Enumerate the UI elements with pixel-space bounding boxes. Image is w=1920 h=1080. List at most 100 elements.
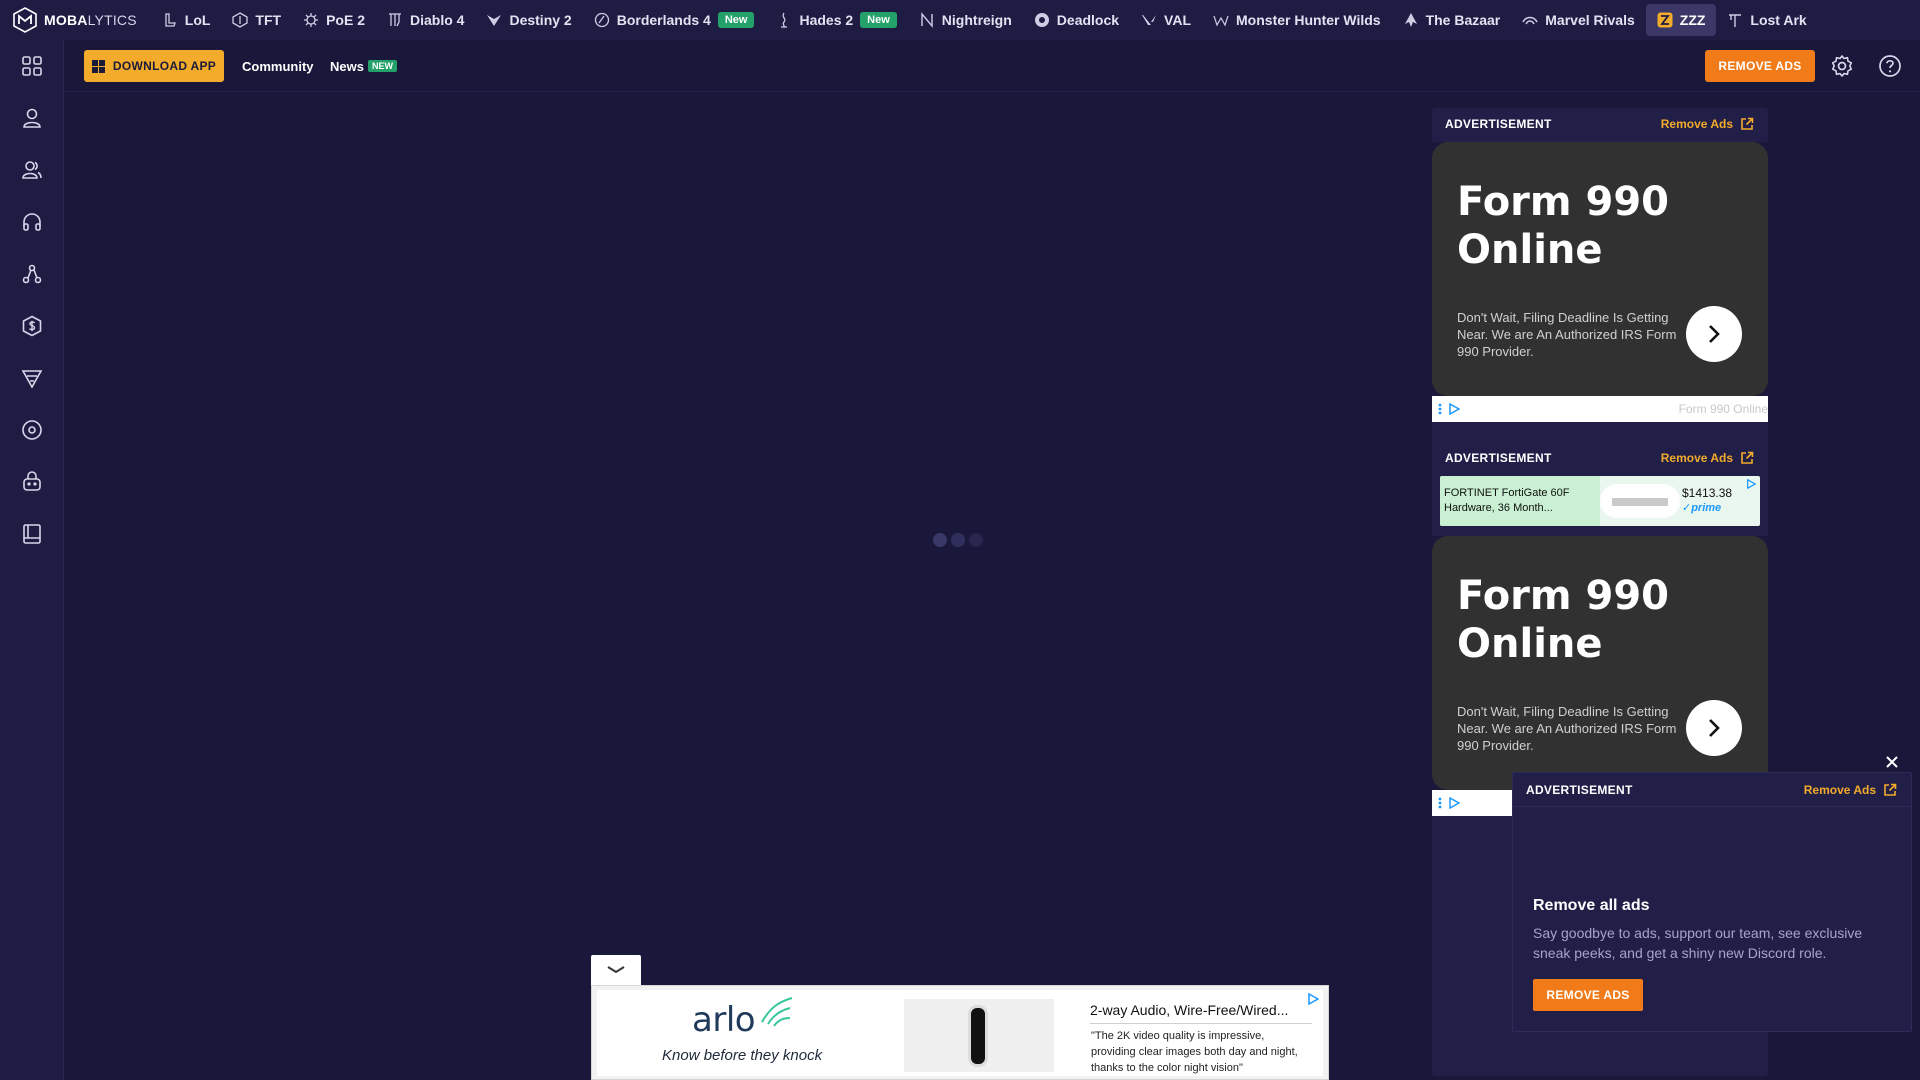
- game-tab-borderlands4[interactable]: Borderlands 4 New: [583, 4, 766, 36]
- ad-text: Don't Wait, Filing Deadline Is Getting N…: [1457, 310, 1677, 359]
- tft-icon: [232, 12, 249, 28]
- ad-footer: Form 990 Online: [1432, 396, 1768, 422]
- promo-remove-ads-button[interactable]: REMOVE ADS: [1533, 979, 1643, 1011]
- gear-icon[interactable]: [1830, 54, 1854, 78]
- game-tab-hades2[interactable]: Hades 2 New: [765, 4, 907, 36]
- book-icon[interactable]: [20, 522, 44, 546]
- game-tab-label: VAL: [1164, 12, 1192, 28]
- disc-icon[interactable]: [20, 418, 44, 442]
- ad-sponsor[interactable]: Form 990 Online: [1679, 402, 1768, 416]
- mobalytics-logo[interactable]: MOBALYTICS: [12, 0, 137, 40]
- loading-dot: [951, 533, 965, 547]
- download-app-button[interactable]: DOWNLOAD APP: [84, 50, 224, 82]
- game-tab-label: TFT: [255, 12, 282, 28]
- game-tab-label: Diablo 4: [409, 12, 465, 28]
- form990-ad[interactable]: Form 990 Online Don't Wait, Filing Deadl…: [1432, 536, 1768, 790]
- grid-icon[interactable]: [20, 54, 44, 78]
- nightreign-icon: [921, 12, 933, 28]
- game-tab-label: Deadlock: [1056, 12, 1120, 28]
- prime-price: $1413.38: [1682, 486, 1733, 500]
- arlo-quote: "The 2K video quality is impressive, pro…: [1091, 1030, 1298, 1074]
- game-tab-lost-ark[interactable]: Lost Ark: [1716, 4, 1817, 36]
- game-tab-marvel-rivals[interactable]: Marvel Rivals: [1511, 4, 1646, 36]
- remove-ads-link[interactable]: Remove Ads: [1661, 117, 1754, 131]
- ad-title: Form 990 Online: [1457, 573, 1670, 667]
- adchoices-icon[interactable]: [1438, 797, 1460, 809]
- remove-ads-link[interactable]: Remove Ads: [1804, 783, 1897, 797]
- headphones-icon[interactable]: [20, 210, 44, 234]
- remove-ads-button[interactable]: REMOVE ADS: [1705, 50, 1815, 82]
- user-icon[interactable]: [20, 106, 44, 130]
- arlo-headline: 2-way Audio, Wire-Free/Wired...: [1090, 1002, 1289, 1018]
- adchoices-icon[interactable]: [1307, 993, 1319, 1005]
- users-icon[interactable]: [20, 158, 44, 182]
- arlo-bird-icon: [761, 997, 793, 1027]
- game-tab-destiny2[interactable]: Destiny 2: [475, 4, 582, 36]
- bottom-banner-ad[interactable]: arlo Know before they knock 2-way Audio,…: [591, 985, 1329, 1080]
- game-tab-label: Monster Hunter Wilds: [1236, 12, 1381, 28]
- form990-ad[interactable]: Form 990 Online Don't Wait, Filing Deadl…: [1432, 142, 1768, 396]
- game-tab-bazaar[interactable]: The Bazaar: [1392, 4, 1512, 36]
- game-tab-zzz[interactable]: ZZZ: [1645, 4, 1717, 36]
- amazon-prime-ad[interactable]: FORTINET FortiGate 60F Hardware, 36 Mont…: [1440, 476, 1760, 526]
- game-tab-val[interactable]: VAL: [1130, 4, 1202, 36]
- help-icon[interactable]: [1878, 54, 1902, 78]
- adchoices-icon[interactable]: [1438, 403, 1460, 415]
- community-link[interactable]: Community: [242, 40, 314, 92]
- game-tab-label: Destiny 2: [509, 12, 572, 28]
- destiny2-icon: [487, 15, 502, 26]
- bot-icon[interactable]: [20, 470, 44, 494]
- collapse-ad-button[interactable]: [591, 955, 641, 985]
- game-tab-lol[interactable]: LoL: [151, 4, 222, 36]
- form990-ad-card: Form 990 Online Don't Wait, Filing Deadl…: [1432, 536, 1768, 790]
- game-tab-monster-hunter[interactable]: Monster Hunter Wilds: [1202, 4, 1392, 36]
- game-nav-bar: MOBALYTICS LoL TFT PoE 2 Diablo 4 Destin…: [0, 0, 1920, 40]
- poe2-icon: [304, 13, 319, 27]
- divider: [1090, 1023, 1312, 1024]
- game-tab-diablo4[interactable]: Diablo 4: [376, 4, 475, 36]
- advertisement-label: ADVERTISEMENT: [1445, 117, 1552, 131]
- game-tab-label: Marvel Rivals: [1545, 12, 1635, 28]
- ad-header: ADVERTISEMENT Remove Ads: [1432, 108, 1768, 140]
- game-tab-label: Borderlands 4: [616, 12, 711, 28]
- promo-title: Remove all ads: [1533, 897, 1650, 914]
- remove-ads-promo: ADVERTISEMENT Remove Ads Remove all ads …: [1512, 772, 1912, 1032]
- hades2-icon: [781, 12, 788, 28]
- prime-product-name: FORTINET FortiGate 60F Hardware, 36 Mont…: [1444, 487, 1570, 514]
- lost-ark-icon: [1729, 14, 1742, 27]
- game-tab-poe2[interactable]: PoE 2: [292, 4, 376, 36]
- remove-ads-link[interactable]: Remove Ads: [1661, 451, 1754, 465]
- promo-header: ADVERTISEMENT Remove Ads: [1513, 773, 1911, 807]
- arlo-ad: arlo Know before they knock 2-way Audio,…: [597, 990, 1323, 1076]
- news-link[interactable]: News NEW: [330, 40, 397, 92]
- game-tab-label: Nightreign: [941, 12, 1012, 28]
- ad-header: ADVERTISEMENT Remove Ads: [1432, 442, 1768, 474]
- game-tab-nightreign[interactable]: Nightreign: [908, 4, 1023, 36]
- form990-ad-card: Form 990 Online Don't Wait, Filing Deadl…: [1432, 142, 1768, 396]
- tier-icon[interactable]: [20, 366, 44, 390]
- loading-indicator: [933, 533, 983, 547]
- game-tab-label: Lost Ark: [1750, 12, 1807, 28]
- promo-text: Say goodbye to ads, support our team, se…: [1533, 925, 1863, 961]
- arlo-tagline: Know before they knock: [662, 1047, 823, 1064]
- advertisement-label: ADVERTISEMENT: [1445, 451, 1552, 465]
- loading-dot: [969, 533, 983, 547]
- ad-title: Form 990 Online: [1457, 179, 1670, 273]
- close-icon[interactable]: [1882, 752, 1902, 772]
- prime-product-panel: FORTINET FortiGate 60F Hardware, 36 Mont…: [1440, 476, 1600, 526]
- coin-icon[interactable]: [20, 314, 44, 338]
- route-icon[interactable]: [20, 262, 44, 286]
- remove-ads-link-label: Remove Ads: [1803, 782, 1876, 797]
- monster-hunter-icon: [1213, 15, 1229, 27]
- game-tab-label: LoL: [184, 12, 211, 28]
- game-tab-deadlock[interactable]: Deadlock: [1023, 4, 1130, 36]
- external-link-icon: [1741, 451, 1754, 464]
- ad-arrow-button[interactable]: [1686, 306, 1742, 362]
- adchoices-icon[interactable]: [1746, 479, 1756, 489]
- game-tab-tft[interactable]: TFT: [221, 4, 292, 36]
- remove-ads-link-label: Remove Ads: [1660, 451, 1733, 465]
- prime-badge: ✓prime: [1682, 502, 1722, 514]
- ad-arrow-button[interactable]: [1686, 700, 1742, 756]
- external-link-icon: [1741, 117, 1754, 130]
- remove-ads-link-label: Remove Ads: [1660, 117, 1733, 131]
